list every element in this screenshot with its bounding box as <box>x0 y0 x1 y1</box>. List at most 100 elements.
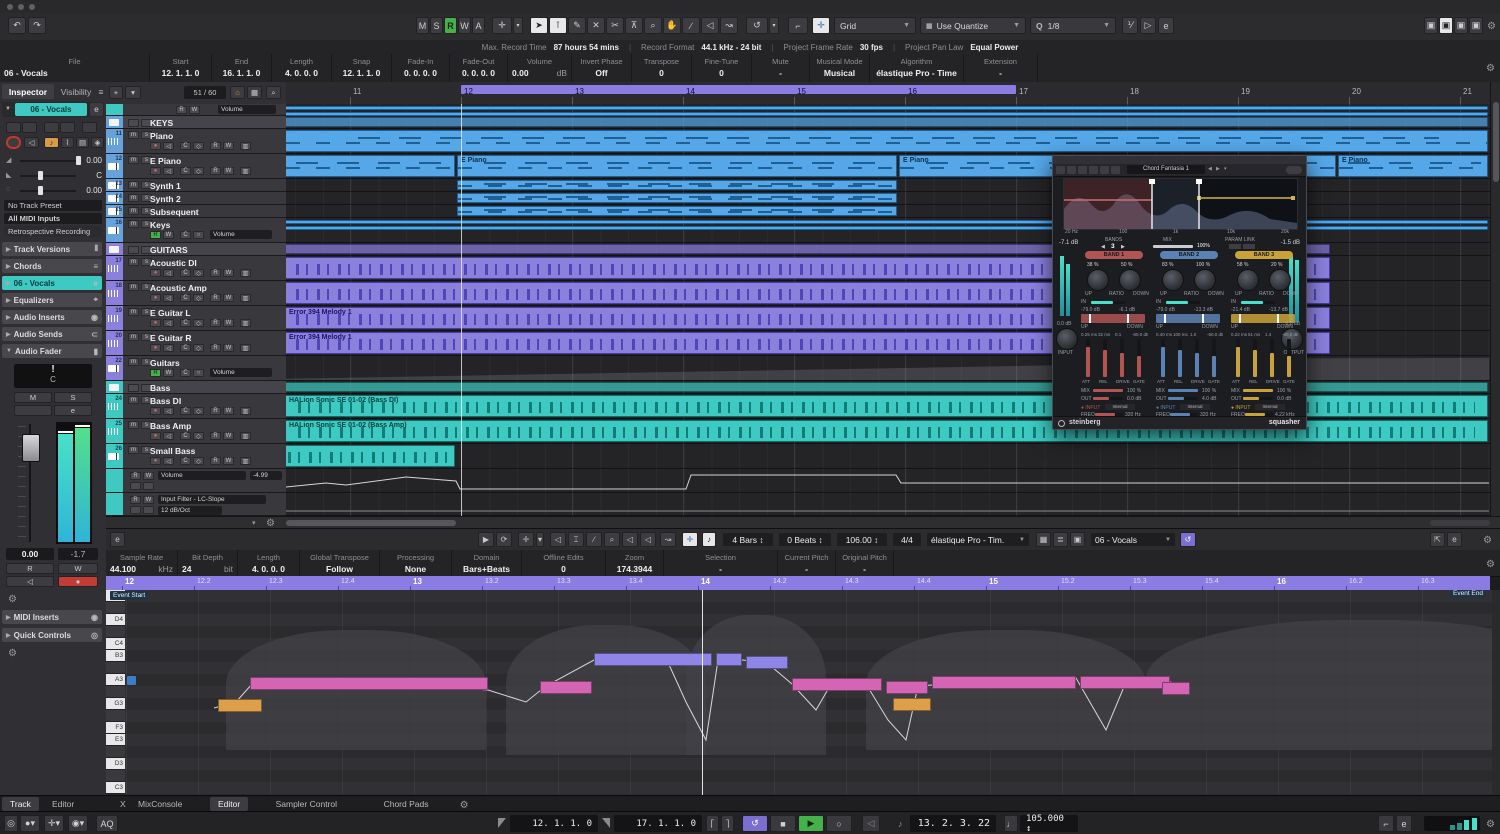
band-tab-1[interactable]: BAND 1 <box>1085 251 1143 259</box>
track-preset-row[interactable]: No Track Preset <box>4 200 102 211</box>
editor-track-select[interactable]: 06 - Vocals ▼ <box>1090 532 1176 547</box>
punch-in-button[interactable]: ⎡ <box>706 815 719 832</box>
midi-part[interactable] <box>286 130 1488 152</box>
track-row[interactable]: 13 m s Synth 1 <box>106 179 286 192</box>
timeline-ruler[interactable]: 11 12 13 14 15 16 17 18 19 20 21 <box>286 82 1490 105</box>
undo-button[interactable]: ↶ <box>8 17 26 34</box>
band-up-knob[interactable] <box>1162 269 1184 291</box>
inserts-state-button[interactable]: ◇ <box>193 269 204 277</box>
lower-zone-tab-mixconsole[interactable]: MixConsole <box>130 797 190 811</box>
track-row[interactable]: 19 m s E Guitar L ● ◁ C ◇ R W ▥ <box>106 306 286 331</box>
right-locator-flag-icon[interactable] <box>602 818 610 828</box>
band-tab-3[interactable]: BAND 3 <box>1235 251 1293 259</box>
audio-event[interactable] <box>286 445 455 467</box>
piano-white-key[interactable]: C4 <box>106 638 125 650</box>
write-button[interactable] <box>60 122 75 133</box>
track-row[interactable]: Bass <box>106 381 286 394</box>
fader-solo-button[interactable]: S <box>54 392 92 403</box>
snap-on-off-button[interactable]: ✛ <box>682 532 698 547</box>
auto-quantize-button[interactable]: AQ <box>96 815 118 832</box>
editor-info-field[interactable]: Processing None <box>380 550 452 576</box>
band-down-knob[interactable] <box>1269 269 1291 291</box>
left-locator-field[interactable]: 12. 1. 1. 0 <box>510 815 598 832</box>
automation-parameter-box[interactable]: Volume <box>218 105 276 114</box>
variaudio-segment[interactable] <box>250 677 488 690</box>
sc-input-select[interactable]: Internal <box>1105 404 1135 410</box>
automation-w-button[interactable]: W <box>458 17 471 34</box>
slider-handle[interactable] <box>38 171 43 180</box>
piano-black-key[interactable] <box>106 746 125 758</box>
monitor-button[interactable]: ◁ <box>163 319 174 327</box>
band-tab-2[interactable]: BAND 2 <box>1160 251 1218 259</box>
snap-curve-button-icon[interactable]: ↝ <box>660 532 676 547</box>
write-button[interactable]: W <box>163 369 174 377</box>
automation-a-button[interactable]: A <box>472 17 485 34</box>
snap-type-icon[interactable]: ⌐ <box>788 17 808 34</box>
left-locator-flag-icon[interactable] <box>498 818 506 828</box>
channel-button[interactable]: C <box>180 319 191 327</box>
editor-info-field[interactable]: Sample Rate 44.100 kHz <box>106 550 178 576</box>
info-field[interactable]: Transpose 0 <box>632 54 692 82</box>
mute-tool-icon[interactable]: ⊼ <box>625 17 643 34</box>
read-button[interactable]: R <box>210 269 221 277</box>
fader-write-button[interactable]: W <box>58 563 98 574</box>
draw-tool-icon[interactable]: ✎ <box>568 17 586 34</box>
monitor-button[interactable]: ◁ <box>163 432 174 440</box>
collapse-icon[interactable]: ▼ <box>5 106 11 112</box>
volume-up-tool-icon[interactable]: ◁ <box>640 532 656 547</box>
tab-visibility[interactable]: Visibility <box>56 84 96 99</box>
record-enable-button[interactable]: ● <box>150 294 161 302</box>
param-link-abs-button[interactable] <box>1229 244 1241 249</box>
track-row[interactable]: 18 m s Acoustic Amp ● ◁ C ◇ R W ▥ <box>106 281 286 306</box>
plugin-toolbar-button[interactable] <box>1111 166 1120 174</box>
write-button[interactable]: W <box>143 472 154 480</box>
fader-mute-button[interactable]: M <box>14 392 52 403</box>
preset-prev-icon[interactable]: ◀ <box>1208 166 1212 172</box>
read-button[interactable]: R <box>210 432 221 440</box>
inspector-section-equalizers[interactable]: ▶ Equalizers ⌖ <box>2 293 102 307</box>
automation-parameter-box[interactable]: Input Filter - LC-Slope <box>158 495 266 504</box>
pane-tab-editor[interactable]: Editor <box>44 797 82 811</box>
lanes-button[interactable]: ▥ <box>240 319 251 327</box>
automation-curve-button[interactable] <box>82 122 97 133</box>
fader-handle[interactable] <box>22 434 40 462</box>
band-down-knob[interactable] <box>1119 269 1141 291</box>
info-field[interactable]: Invert Phase Off <box>572 54 632 82</box>
editor-info-field[interactable]: Length 4. 0. 0. 0 <box>238 550 300 576</box>
common-record-mode-button[interactable]: ◎ <box>4 815 18 832</box>
editor-edit-button[interactable]: e <box>110 532 125 547</box>
fader-edit-button[interactable]: e <box>54 405 92 416</box>
monitor-button[interactable]: ◁ <box>163 167 174 175</box>
variaudio-segment[interactable] <box>932 676 1076 689</box>
record-enable-button[interactable]: ● <box>150 167 161 175</box>
midi-part[interactable] <box>457 193 897 203</box>
record-enable-button[interactable]: ● <box>150 432 161 440</box>
play-button[interactable]: ▶ <box>798 815 824 832</box>
audio-event[interactable]: HALion Sonic SE 01-02 (Bass Amp) <box>286 420 1488 442</box>
inserts-state-button[interactable]: ◇ <box>193 294 204 302</box>
midi-part[interactable]: E Piano <box>457 155 897 177</box>
midi-part[interactable]: E Piano <box>1338 155 1488 177</box>
track-row[interactable]: 14 m s Synth 2 <box>106 192 286 205</box>
quick-controls-setup-icon[interactable]: ⚙ <box>8 648 17 659</box>
mute-button[interactable] <box>128 245 139 254</box>
editor-info-field[interactable]: Selection - <box>664 550 778 576</box>
add-track-button[interactable]: + <box>109 86 123 99</box>
info-field[interactable]: Mute - <box>752 54 810 82</box>
zoom-tool-icon[interactable]: ⌕ <box>604 532 620 547</box>
inspector-section-chords[interactable]: ▶ Chords ≡ <box>2 259 102 273</box>
freeze-button[interactable]: ⌇ <box>61 137 74 148</box>
inserts-state-button[interactable]: ◇ <box>193 344 204 352</box>
quantize-value-select[interactable]: Q 1/8 ▼ <box>1030 17 1116 34</box>
read-button[interactable]: R <box>130 472 141 480</box>
variaudio-segment[interactable] <box>893 698 931 711</box>
write-button[interactable]: W <box>223 167 234 175</box>
inspector-section-track-versions[interactable]: ▶ Track Versions ⦀ <box>2 242 102 256</box>
piano-white-key[interactable]: F3 <box>106 722 125 734</box>
bands-prev-icon[interactable]: ◀ <box>1101 244 1105 250</box>
input-routing-row[interactable]: All MIDI Inputs <box>4 213 102 224</box>
retrospective-record-row[interactable]: Retrospective Recording <box>4 226 102 237</box>
volume-parameter-box[interactable]: Volume <box>210 230 272 239</box>
output-button[interactable]: ○ <box>193 369 204 377</box>
audiowarp-quantize-button[interactable]: ▷ <box>1140 17 1156 34</box>
